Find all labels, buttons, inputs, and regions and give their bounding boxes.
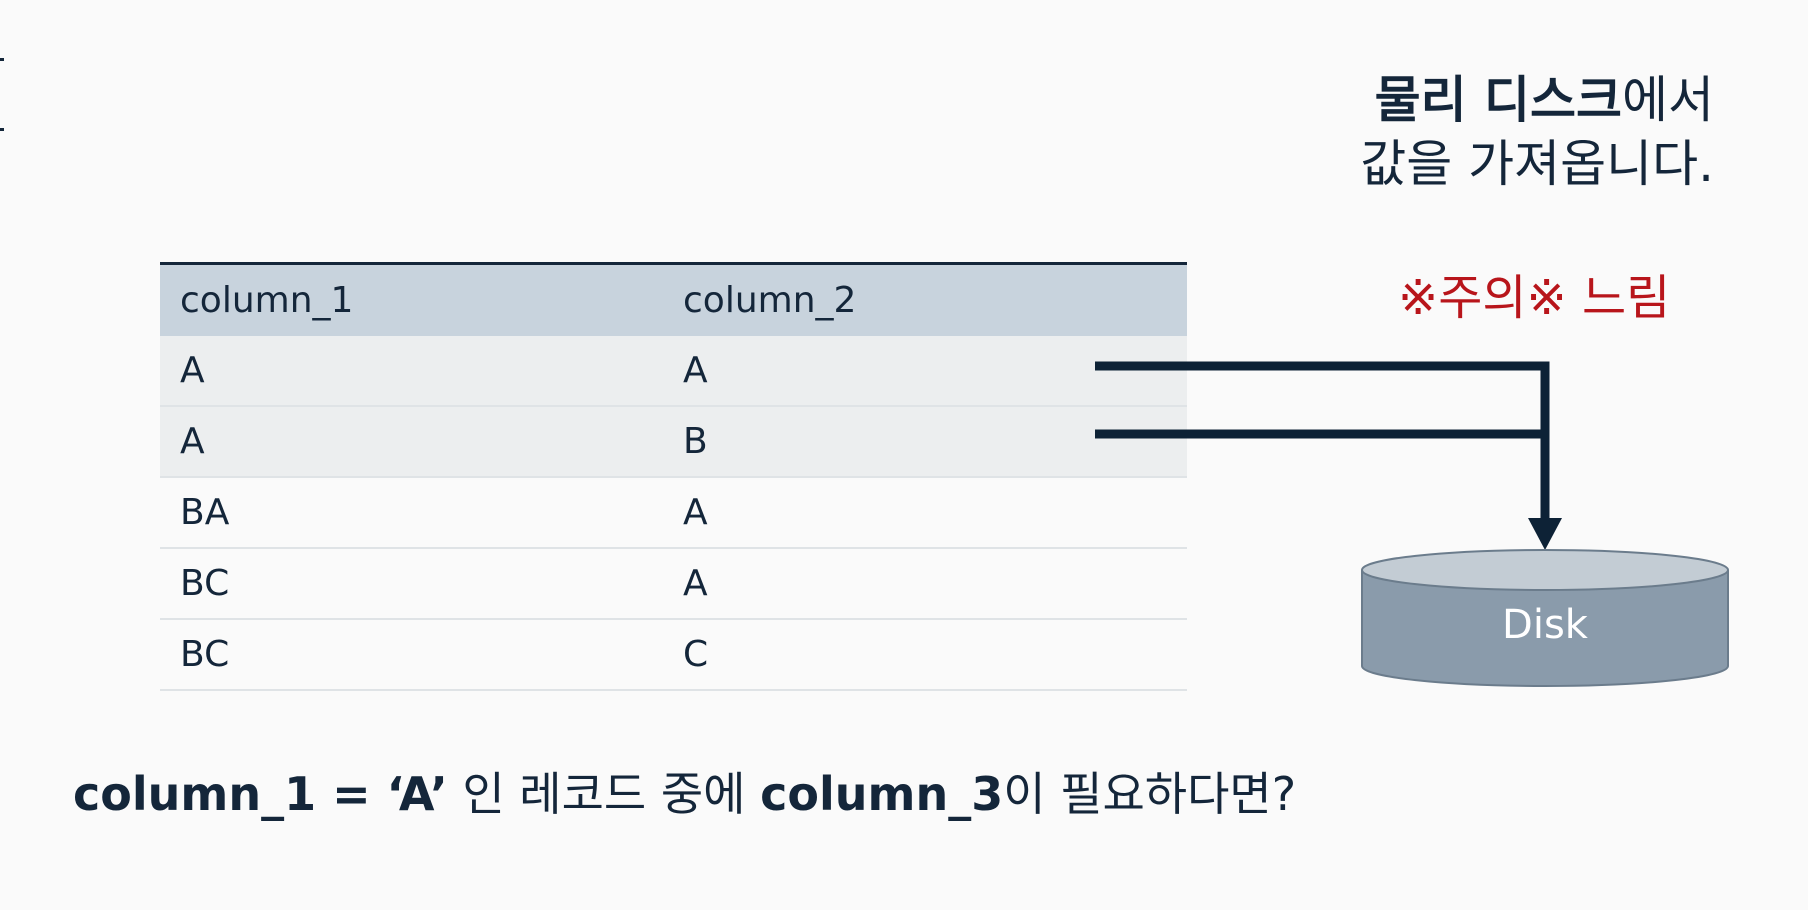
table-cell: C — [683, 634, 709, 675]
question-part-3: column_3 — [760, 767, 1004, 821]
table-row: A A — [160, 336, 1187, 407]
table-row: BC A — [160, 549, 1187, 620]
question-part-1: column_1 = ‘A’ — [73, 767, 448, 821]
table-row: BA A — [160, 478, 1187, 549]
table-cell: A — [683, 350, 708, 391]
question-part-2: 인 레코드 중에 — [447, 767, 761, 821]
table-cell: BC — [180, 563, 230, 604]
note-text: 물리 디스크에서 값을 가져옵니다. — [1360, 68, 1714, 196]
table-cell: A — [180, 350, 205, 391]
header-column-2: column_2 — [683, 280, 857, 321]
data-table: column_1 column_2 A A A B BA A BC A BC C — [160, 262, 1187, 691]
note-line-1: 물리 디스크에서 — [1360, 68, 1714, 132]
table-row: A B — [160, 407, 1187, 478]
table-cell: BC — [180, 634, 230, 675]
table-cell: A — [683, 492, 708, 533]
arrow-head-icon — [1528, 518, 1562, 550]
table-cell: BA — [180, 492, 230, 533]
note-rest: 에서 — [1622, 71, 1714, 129]
table-cell: A — [683, 563, 708, 604]
disk-label: Disk — [1502, 602, 1588, 648]
table-cell: B — [683, 421, 708, 462]
left-edge-mark — [0, 58, 4, 61]
header-column-1: column_1 — [180, 280, 354, 321]
left-edge-mark — [0, 128, 4, 131]
warning-text: ※주의※ 느림 — [1398, 270, 1671, 326]
question-text: column_1 = ‘A’ 인 레코드 중에 column_3이 필요하다면? — [73, 758, 1296, 824]
note-bold: 물리 디스크 — [1374, 71, 1622, 129]
question-part-4: 이 필요하다면? — [1003, 767, 1297, 821]
slide: column_1 column_2 A A A B BA A BC A BC C… — [0, 0, 1808, 910]
disk: Disk — [1360, 548, 1730, 690]
note-line-2: 값을 가져옵니다. — [1360, 135, 1714, 193]
table-cell: A — [180, 421, 205, 462]
table-row: BC C — [160, 620, 1187, 691]
table-header: column_1 column_2 — [160, 265, 1187, 336]
